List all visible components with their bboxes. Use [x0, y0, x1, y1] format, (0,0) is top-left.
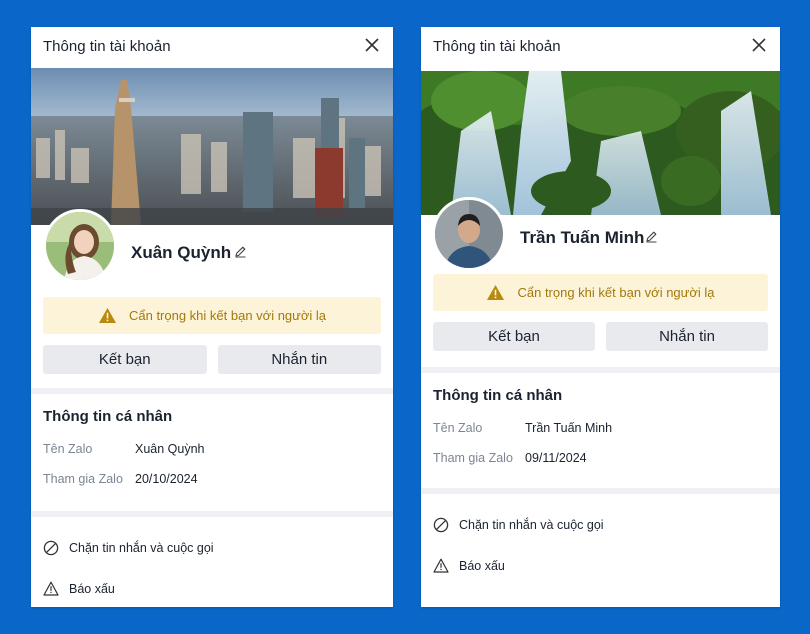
section-title: Thông tin cá nhân — [433, 387, 563, 404]
card-header: Thông tin tài khoản — [31, 27, 393, 68]
stranger-warning: Cẩn trọng khi kết bạn với người lạ — [433, 274, 768, 311]
info-row-join-date: Tham gia Zalo 20/10/2024 — [43, 470, 381, 487]
field-label: Tên Zalo — [43, 441, 93, 456]
card-title: Thông tin tài khoản — [43, 38, 171, 55]
message-button[interactable]: Nhắn tin — [606, 322, 768, 351]
report-action[interactable]: Báo xấu — [31, 568, 393, 609]
profile-name: Xuân Quỳnh — [131, 243, 232, 262]
account-info-card-right: Thông tin tài khoản Trần Tuấn Minh Cẩn t… — [421, 27, 780, 607]
field-label: Tên Zalo — [433, 420, 483, 435]
warning-icon — [98, 308, 116, 323]
pencil-icon[interactable] — [234, 245, 247, 258]
field-label: Tham gia Zalo — [433, 450, 513, 465]
info-row-join-date: Tham gia Zalo 09/11/2024 — [433, 449, 768, 466]
report-action[interactable]: Báo xấu — [421, 545, 780, 586]
stranger-warning: Cẩn trọng khi kết bạn với người lạ — [43, 297, 381, 334]
profile-name: Trần Tuấn Minh — [520, 228, 645, 247]
add-friend-button[interactable]: Kết bạn — [43, 345, 207, 374]
divider — [421, 488, 780, 494]
field-value: Trần Tuấn Minh — [525, 420, 613, 435]
profile-row: Xuân Quỳnh — [31, 209, 393, 297]
personal-info-section: Thông tin cá nhân Tên Zalo Xuân Quỳnh Th… — [31, 394, 393, 511]
section-title: Thông tin cá nhân — [43, 408, 173, 425]
pencil-icon[interactable] — [645, 230, 658, 243]
block-icon — [43, 540, 59, 555]
cover-photo — [421, 71, 780, 215]
warning-icon — [487, 285, 505, 300]
block-label: Chặn tin nhắn và cuộc gọi — [459, 517, 604, 532]
report-label: Báo xấu — [459, 558, 505, 573]
account-info-card-left: Thông tin tài khoản Xuân Quỳnh Cẩn trọng… — [31, 27, 393, 607]
action-buttons: Kết bạn Nhắn tin — [433, 322, 768, 351]
action-buttons: Kết bạn Nhắn tin — [43, 345, 381, 374]
block-label: Chặn tin nhắn và cuộc gọi — [69, 540, 214, 555]
close-icon[interactable] — [364, 37, 380, 53]
info-row-zalo-name: Tên Zalo Xuân Quỳnh — [43, 440, 381, 457]
message-button[interactable]: Nhắn tin — [217, 345, 381, 374]
field-label: Tham gia Zalo — [43, 471, 123, 486]
block-icon — [433, 517, 449, 532]
block-messages-calls-action[interactable]: Chặn tin nhắn và cuộc gọi — [421, 504, 780, 545]
info-row-zalo-name: Tên Zalo Trần Tuấn Minh — [433, 419, 768, 436]
block-messages-calls-action[interactable]: Chặn tin nhắn và cuộc gọi — [31, 527, 393, 568]
report-icon — [43, 581, 59, 596]
avatar[interactable] — [432, 197, 506, 271]
field-value: 09/11/2024 — [525, 450, 587, 465]
field-value: 20/10/2024 — [135, 471, 198, 486]
personal-info-section: Thông tin cá nhân Tên Zalo Trần Tuấn Min… — [421, 373, 780, 488]
cover-photo — [31, 68, 393, 225]
report-icon — [433, 558, 449, 573]
warning-text: Cẩn trọng khi kết bạn với người lạ — [517, 285, 715, 300]
warning-text: Cẩn trọng khi kết bạn với người lạ — [128, 308, 327, 323]
card-title: Thông tin tài khoản — [433, 38, 561, 55]
report-label: Báo xấu — [69, 581, 115, 596]
avatar[interactable] — [43, 209, 117, 283]
divider — [31, 511, 393, 517]
add-friend-button[interactable]: Kết bạn — [433, 322, 595, 351]
field-value: Xuân Quỳnh — [135, 441, 205, 456]
close-icon[interactable] — [751, 37, 767, 53]
card-header: Thông tin tài khoản — [421, 27, 780, 68]
